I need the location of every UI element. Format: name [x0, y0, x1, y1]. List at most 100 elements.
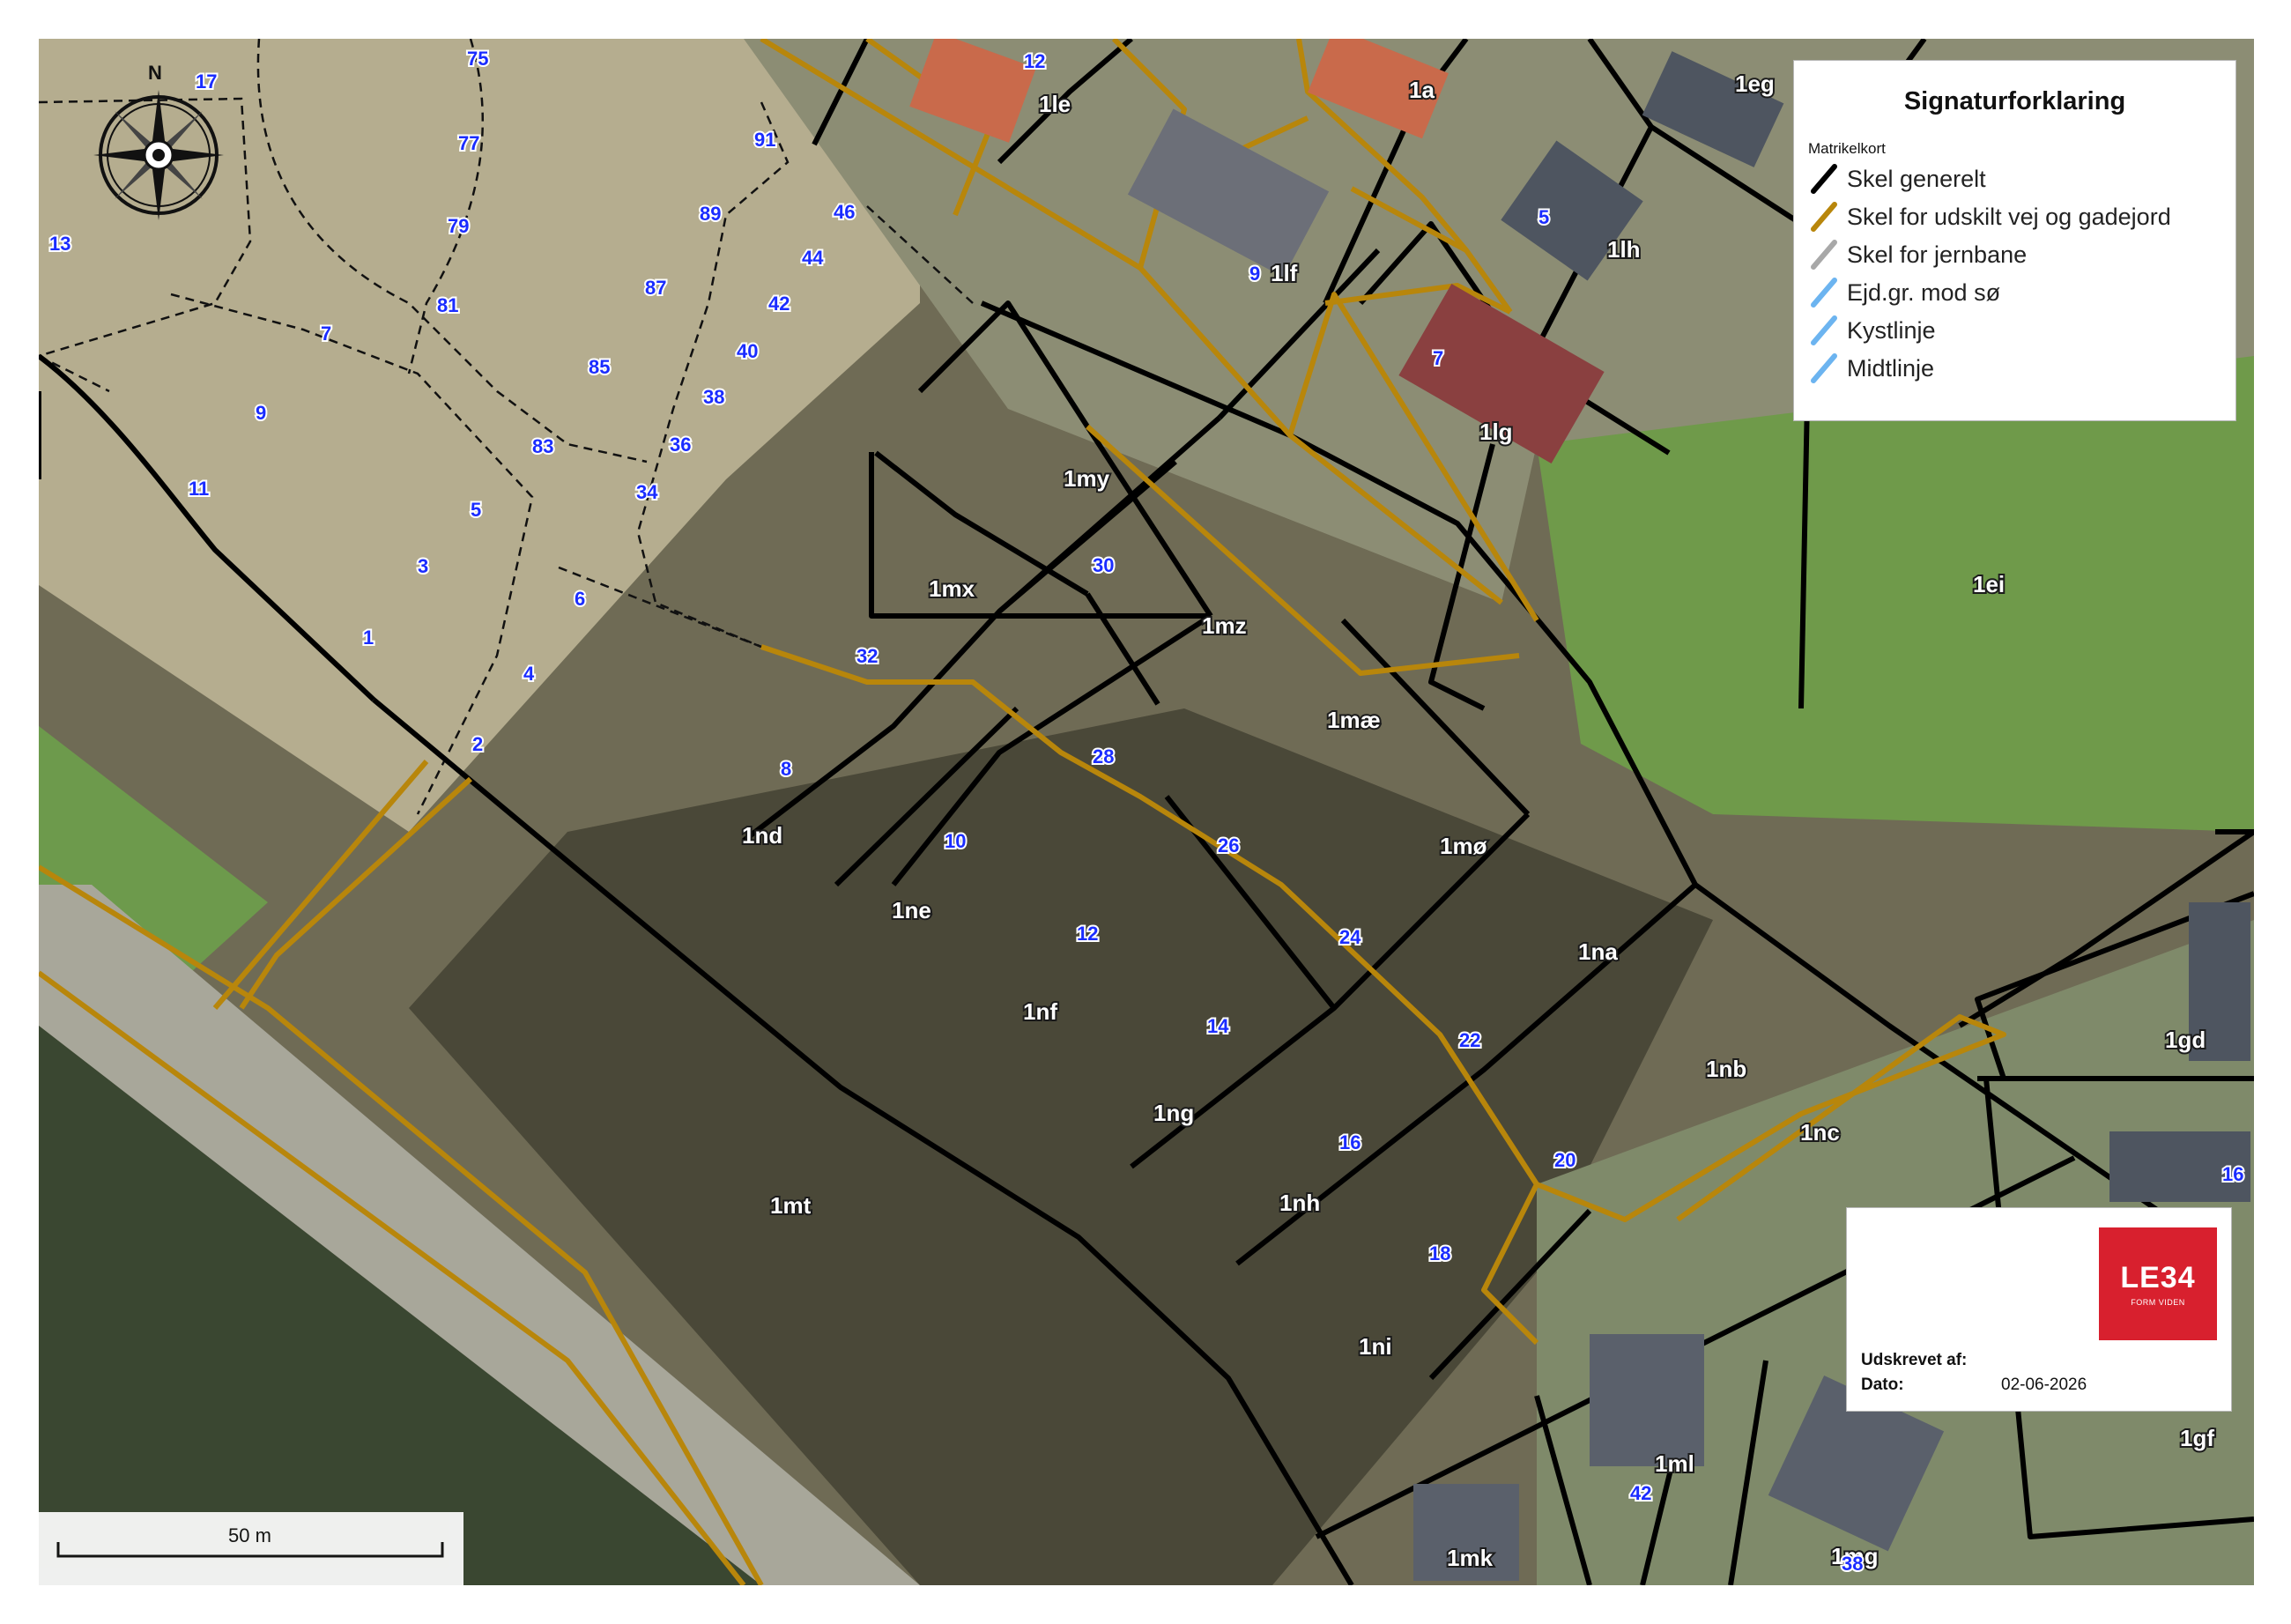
- house-number: 2: [472, 733, 483, 755]
- house-number: 38: [1842, 1553, 1863, 1575]
- house-number: 5: [471, 499, 481, 521]
- logo-text: LE34: [2120, 1261, 2196, 1294]
- legend-line-icon: [1811, 353, 1837, 383]
- house-number: 87: [645, 277, 666, 299]
- house-number: 24: [1339, 926, 1361, 948]
- house-number: 16: [1339, 1131, 1361, 1153]
- house-number: 77: [458, 132, 479, 154]
- house-number: 36: [670, 434, 691, 456]
- house-number: 6: [575, 588, 585, 610]
- house-number: 42: [1630, 1482, 1651, 1504]
- legend-line-icon: [1811, 164, 1837, 194]
- parcel-label[interactable]: 1gf: [2178, 1423, 2216, 1453]
- legend-item-label: Skel generelt: [1847, 165, 1986, 192]
- compass-north-label: N: [148, 62, 162, 84]
- print-info-box: LE34 FORM VIDEN Udskrevet af: Dato: 02-0…: [1846, 1207, 2232, 1412]
- parcel-label[interactable]: 1ng: [1152, 1098, 1196, 1128]
- house-number: 34: [636, 481, 658, 503]
- house-number: 28: [1093, 745, 1114, 768]
- parcel-label[interactable]: 1le: [1037, 89, 1072, 119]
- house-number: 16: [2222, 1163, 2243, 1185]
- parcel-label[interactable]: 1mx: [927, 574, 977, 604]
- legend-item: Skel for udskilt vej og gadejord: [1808, 199, 2171, 234]
- legend-item-label: Midtlinje: [1847, 354, 1935, 382]
- house-number: 5: [1538, 206, 1549, 228]
- parcel-label[interactable]: 1mz: [1200, 611, 1249, 641]
- parcel-label[interactable]: 1nd: [740, 820, 784, 850]
- legend-subtitle: Matrikelkort: [1808, 140, 1886, 157]
- house-number: 7: [1433, 347, 1443, 369]
- parcel-label[interactable]: 1lh: [1605, 234, 1642, 264]
- parcel-label[interactable]: 1mk: [1445, 1543, 1495, 1573]
- house-number: 32: [856, 645, 878, 667]
- parcel-label[interactable]: 1mø: [1438, 831, 1489, 861]
- house-number: 30: [1093, 554, 1114, 576]
- parcel-label[interactable]: 1mæ: [1325, 705, 1383, 735]
- legend-item: Skel generelt: [1808, 161, 1986, 197]
- house-number: 7: [321, 323, 331, 345]
- legend-line-icon: [1811, 240, 1837, 270]
- legend-title: Signaturforklaring: [1903, 87, 2126, 115]
- house-number: 91: [754, 129, 775, 151]
- scale-bar-icon: [56, 1542, 444, 1558]
- parcel-label[interactable]: 1ni: [1357, 1331, 1394, 1361]
- parcel-label[interactable]: 1a: [1407, 75, 1436, 105]
- parcel-label[interactable]: 1ei: [1971, 569, 2006, 599]
- parcel-label[interactable]: 1nh: [1278, 1188, 1322, 1218]
- house-number: 20: [1554, 1149, 1576, 1171]
- legend-item: Midtlinje: [1808, 351, 1934, 386]
- legend-line-icon: [1811, 202, 1837, 232]
- parcel-label[interactable]: 1lg: [1478, 417, 1515, 447]
- house-number: 9: [256, 402, 266, 424]
- house-number: 42: [768, 293, 790, 315]
- legend-item-label: Skel for jernbane: [1847, 241, 2028, 268]
- house-number: 13: [49, 233, 70, 255]
- house-number: 75: [467, 48, 488, 70]
- north-arrow-compass: N: [88, 62, 229, 229]
- parcel-label[interactable]: 1mt: [768, 1190, 813, 1220]
- legend-item-label: Skel for udskilt vej og gadejord: [1847, 203, 2171, 230]
- house-number: 18: [1429, 1242, 1450, 1264]
- house-number: 4: [523, 663, 535, 685]
- parcel-label[interactable]: 1my: [1062, 463, 1112, 493]
- legend-line-icon: [1811, 315, 1837, 345]
- legend-item: Kystlinje: [1808, 313, 1936, 348]
- parcel-label[interactable]: 1na: [1576, 937, 1620, 967]
- house-number: 22: [1459, 1029, 1480, 1051]
- house-number: 79: [448, 215, 469, 237]
- house-number: 11: [189, 478, 209, 500]
- house-number: 26: [1218, 834, 1239, 856]
- house-number: 8: [781, 758, 791, 780]
- house-number: 81: [437, 294, 458, 316]
- house-number: 10: [945, 830, 966, 852]
- house-number: 12: [1024, 50, 1045, 72]
- parcel-label[interactable]: 1nf: [1021, 997, 1059, 1027]
- parcel-label[interactable]: 1gd: [2163, 1025, 2207, 1055]
- le34-logo: LE34 FORM VIDEN: [2099, 1227, 2217, 1340]
- house-number: 85: [589, 356, 610, 378]
- printed-by-label: Udskrevet af:: [1861, 1351, 1968, 1369]
- legend-item: Skel for jernbane: [1808, 237, 2027, 272]
- house-number: 44: [802, 247, 824, 269]
- legend-item: Ejd.gr. mod sø: [1808, 275, 2000, 310]
- legend-item-label: Kystlinje: [1847, 316, 1936, 344]
- house-number: 14: [1207, 1015, 1229, 1037]
- house-number: 83: [532, 435, 553, 457]
- parcel-label[interactable]: 1ne: [890, 895, 933, 925]
- house-number: 3: [418, 555, 428, 577]
- legend-line-icon: [1811, 278, 1837, 308]
- house-number: 12: [1077, 923, 1098, 945]
- legend-panel: Signaturforklaring Matrikelkort Skel gen…: [1793, 60, 2236, 421]
- logo-subtext: FORM VIDEN: [2131, 1298, 2185, 1307]
- house-number: 38: [703, 386, 724, 408]
- parcel-label[interactable]: 1nb: [1704, 1054, 1748, 1084]
- parcel-label[interactable]: 1nc: [1798, 1117, 1842, 1147]
- parcel-label[interactable]: 1ml: [1653, 1449, 1696, 1479]
- parcel-label[interactable]: 1lf: [1269, 258, 1300, 288]
- house-number: 1: [363, 627, 374, 649]
- legend-item-label: Ejd.gr. mod sø: [1847, 278, 2001, 306]
- date-value: 02-06-2026: [2001, 1376, 2087, 1394]
- house-number: 89: [700, 203, 721, 225]
- parcel-label[interactable]: 1eg: [1733, 69, 1776, 99]
- house-number: 46: [834, 201, 855, 223]
